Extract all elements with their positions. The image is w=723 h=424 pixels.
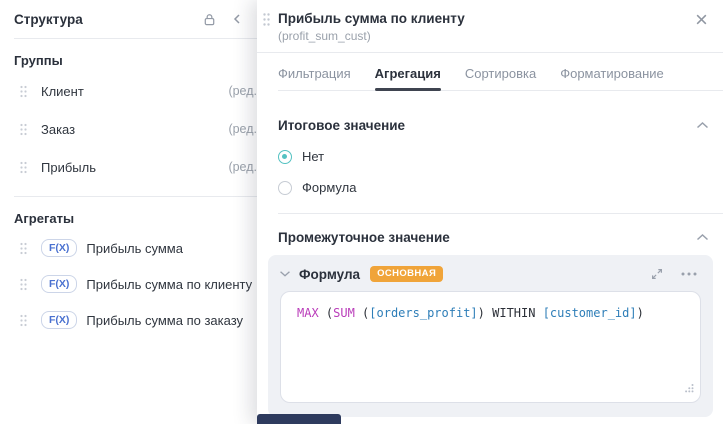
code-token: ( — [318, 306, 334, 320]
code-token: MAX — [297, 306, 319, 320]
aggregates-list: F(X) Прибыль сумма F(X) Прибыль сумма по кл… — [0, 230, 257, 338]
structure-sidebar: Структура Группы Клиент (ред. Заказ (ред. Пр… — [0, 0, 257, 424]
groups-heading: Группы — [14, 53, 63, 68]
radio-label: Нет — [302, 149, 325, 164]
intermediate-value-heading: Промежуточное значение — [278, 230, 450, 245]
formula-editor[interactable]: MAX (SUM ([orders_profit]) WITHIN [custo… — [280, 291, 701, 403]
tab-фильтрация[interactable]: Фильтрация — [278, 62, 351, 90]
code-token: SUM — [333, 306, 355, 320]
close-icon[interactable] — [692, 10, 710, 28]
radio-option[interactable]: Формула — [278, 180, 723, 195]
drag-handle-icon[interactable] — [19, 123, 28, 136]
fx-badge: F(X) — [41, 274, 78, 294]
field-subtitle: (profit_sum_cust) — [278, 29, 371, 43]
aggregate-label: Прибыль сумма — [86, 240, 183, 256]
code-token: [customer_id] — [542, 306, 637, 320]
group-edit-link[interactable]: (ред. — [228, 122, 257, 136]
section-divider — [278, 213, 723, 214]
total-value-heading: Итоговое значение — [278, 118, 406, 133]
radio-unselected-icon[interactable] — [278, 180, 292, 195]
drag-handle-icon[interactable] — [19, 278, 28, 291]
code-token: [orders_profit] — [369, 306, 478, 320]
fx-badge: F(X) — [41, 238, 78, 258]
cutoff-bottom-element[interactable] — [257, 414, 341, 424]
radio-label: Формула — [302, 180, 357, 195]
drag-handle-icon[interactable] — [19, 242, 28, 255]
group-edit-link[interactable]: (ред. — [228, 160, 257, 174]
aggregates-heading: Агрегаты — [14, 211, 75, 226]
expand-icon[interactable] — [647, 264, 667, 284]
drag-handle-icon[interactable] — [19, 85, 28, 98]
group-label: Заказ — [41, 121, 76, 137]
field-editor-panel: Прибыль сумма по клиенту (profit_sum_cus… — [257, 0, 723, 424]
chevron-up-icon[interactable] — [696, 121, 709, 130]
drag-handle-icon[interactable] — [19, 161, 28, 174]
aggregate-label: Прибыль сумма по заказу — [86, 312, 244, 328]
tab-форматирование[interactable]: Форматирование — [560, 62, 664, 90]
aggregate-item[interactable]: F(X) Прибыль сумма по заказу — [0, 302, 257, 338]
primary-badge: ОСНОВНАЯ — [370, 266, 444, 282]
code-token: ) — [636, 306, 644, 320]
chevron-left-icon[interactable] — [231, 13, 243, 25]
code-token: WITHIN — [484, 306, 543, 320]
formula-card-title: Формула — [299, 266, 361, 282]
total-value-section-header: Итоговое значение — [278, 118, 709, 133]
total-value-options: Нет Формула — [257, 149, 723, 195]
code-token: ( — [354, 306, 370, 320]
tab-агрегация[interactable]: Агрегация — [374, 62, 442, 91]
header-divider — [257, 52, 723, 53]
formula-card: Формула ОСНОВНАЯ MAX (SUM ([orders_profi… — [268, 255, 713, 417]
group-item[interactable]: Прибыль (ред. — [0, 148, 257, 186]
group-label: Клиент — [41, 83, 84, 99]
aggregate-label: Прибыль сумма по клиенту — [86, 276, 253, 292]
sidebar-title: Структура — [14, 11, 83, 27]
group-item[interactable]: Клиент (ред. — [0, 72, 257, 110]
more-menu-icon[interactable] — [679, 264, 699, 284]
groups-list: Клиент (ред. Заказ (ред. Прибыль (ред. — [0, 72, 257, 186]
resize-grip-icon[interactable] — [684, 381, 694, 397]
group-item[interactable]: Заказ (ред. — [0, 110, 257, 148]
panel-header: Прибыль сумма по клиенту (profit_sum_cus… — [257, 0, 723, 45]
formula-code-line: MAX (SUM ([orders_profit]) WITHIN [custo… — [297, 305, 684, 321]
lock-icon[interactable] — [202, 12, 217, 27]
group-edit-link[interactable]: (ред. — [228, 84, 257, 98]
radio-option[interactable]: Нет — [278, 149, 723, 164]
sidebar-header: Структура — [0, 0, 257, 38]
tab-сортировка[interactable]: Сортировка — [465, 62, 536, 90]
tabs-bar: Фильтрация Агрегация Сортировка Форматирова… — [278, 62, 723, 91]
panel-drag-handle-icon[interactable] — [262, 12, 271, 32]
intermediate-value-section-header: Промежуточное значение — [278, 230, 709, 245]
code-token: ) — [477, 306, 485, 320]
radio-selected-icon[interactable] — [278, 149, 292, 164]
chevron-up-icon[interactable] — [696, 233, 709, 242]
app-window: Структура Группы Клиент (ред. Заказ (ред. Пр… — [0, 0, 723, 424]
field-title: Прибыль сумма по клиенту — [278, 11, 465, 26]
aggregate-item[interactable]: F(X) Прибыль сумма по клиенту — [0, 266, 257, 302]
chevron-down-icon[interactable] — [279, 270, 291, 278]
group-label: Прибыль — [41, 159, 96, 175]
fx-badge: F(X) — [41, 310, 78, 330]
aggregate-item[interactable]: F(X) Прибыль сумма — [0, 230, 257, 266]
formula-card-header: Формула ОСНОВНАЯ — [268, 255, 713, 291]
drag-handle-icon[interactable] — [19, 314, 28, 327]
